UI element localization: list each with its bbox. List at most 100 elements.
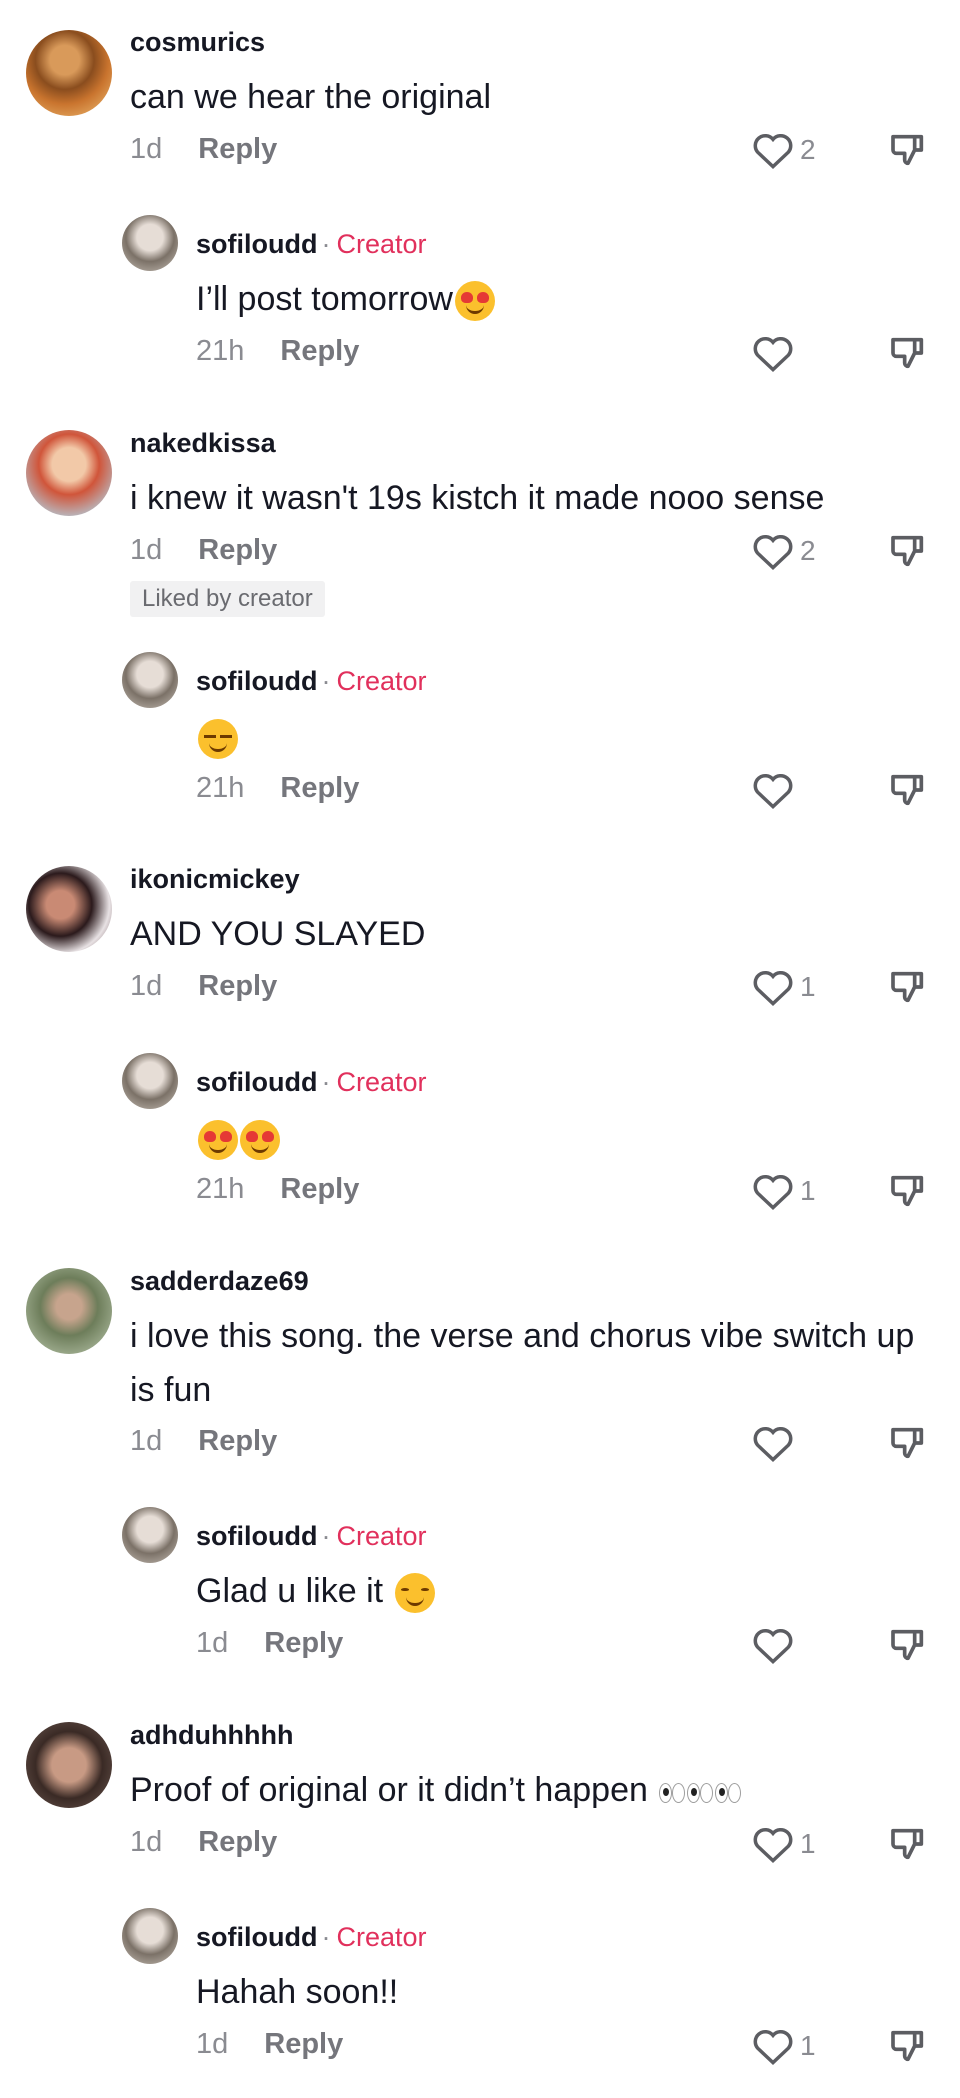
- eyes-emoji: [715, 1781, 742, 1804]
- comment-username[interactable]: ikonicmickey: [130, 864, 300, 894]
- avatar[interactable]: [122, 215, 178, 271]
- comment-time: 1d: [130, 1826, 163, 1858]
- comment-text: AND YOU SLAYED: [130, 915, 426, 953]
- dislike-icon[interactable]: [888, 1423, 928, 1463]
- like-count: 2: [800, 535, 816, 566]
- comment-username[interactable]: cosmurics: [130, 27, 265, 57]
- heart-icon[interactable]: [752, 967, 794, 1007]
- creator-badge: Creator: [336, 1922, 427, 1952]
- reply-time: 21h: [196, 772, 245, 804]
- reply-text: Glad u like it: [196, 1564, 435, 1618]
- reply-meta: 21h Reply: [196, 1172, 359, 1206]
- like-count: 1: [800, 1828, 816, 1859]
- reply-meta: 1d Reply: [196, 1626, 343, 1660]
- comment-time: 1d: [130, 534, 163, 566]
- reply-username[interactable]: sofiloudd · Creator: [196, 1067, 427, 1097]
- comment-text: can we hear the original: [130, 78, 492, 116]
- avatar[interactable]: [26, 1722, 112, 1808]
- heart-icon[interactable]: [752, 1171, 794, 1211]
- reply-button[interactable]: Reply: [198, 1826, 277, 1858]
- reply-text: Hahah soon!!: [196, 1973, 399, 2011]
- reply-button[interactable]: Reply: [280, 335, 359, 367]
- reply-button[interactable]: Reply: [264, 2028, 343, 2060]
- reply-username[interactable]: sofiloudd · Creator: [196, 666, 427, 696]
- heart-icon[interactable]: [752, 531, 794, 571]
- reply-text-content: Glad u like it: [196, 1572, 393, 1610]
- avatar[interactable]: [122, 652, 178, 708]
- reply-username-text: sofiloudd: [196, 666, 318, 696]
- avatar[interactable]: [26, 430, 112, 516]
- reply-button[interactable]: Reply: [198, 1425, 277, 1457]
- heart-eyes-emoji: [454, 281, 495, 322]
- dislike-icon[interactable]: [888, 130, 928, 170]
- comment-meta: 1d Reply: [130, 132, 277, 166]
- separator-dot: ·: [321, 1067, 331, 1097]
- reply-time: 21h: [196, 335, 245, 367]
- reply-time: 1d: [196, 2028, 229, 2060]
- comment-time: 1d: [130, 133, 163, 165]
- reply-button[interactable]: Reply: [198, 970, 277, 1002]
- heart-eyes-emoji: [240, 1120, 280, 1161]
- comment-meta: 1d Reply: [130, 1424, 277, 1458]
- comment-text: Proof of original or it didn’t happen: [130, 1763, 742, 1817]
- separator-dot: ·: [321, 1521, 331, 1551]
- reply-time: 21h: [196, 1173, 245, 1205]
- dislike-icon[interactable]: [888, 1824, 928, 1864]
- comment-time: 1d: [130, 970, 163, 1002]
- heart-icon[interactable]: [752, 333, 794, 373]
- reply-username[interactable]: sofiloudd · Creator: [196, 1521, 427, 1551]
- reply-username-text: sofiloudd: [196, 1922, 318, 1952]
- dislike-icon[interactable]: [888, 2026, 928, 2066]
- reply-meta: 21h Reply: [196, 771, 359, 805]
- like-count: 2: [800, 134, 816, 165]
- comment-meta: 1d Reply: [130, 969, 277, 1003]
- avatar[interactable]: [26, 866, 112, 952]
- heart-icon[interactable]: [752, 2026, 794, 2066]
- dislike-icon[interactable]: [888, 1625, 928, 1665]
- comment-time: 1d: [130, 1425, 163, 1457]
- separator-dot: ·: [321, 1922, 331, 1952]
- heart-icon[interactable]: [752, 130, 794, 170]
- dislike-icon[interactable]: [888, 531, 928, 571]
- heart-icon[interactable]: [752, 770, 794, 810]
- comment-username[interactable]: nakedkissa: [130, 428, 276, 458]
- reply-text-content: I’ll post tomorrow: [196, 280, 453, 318]
- avatar[interactable]: [122, 1507, 178, 1563]
- reply-username-text: sofiloudd: [196, 1521, 318, 1551]
- reply-meta: 21h Reply: [196, 334, 359, 368]
- liked-by-creator-badge: Liked by creator: [130, 581, 325, 617]
- reply-button[interactable]: Reply: [280, 772, 359, 804]
- avatar[interactable]: [122, 1053, 178, 1109]
- creator-badge: Creator: [336, 1067, 427, 1097]
- avatar[interactable]: [26, 30, 112, 116]
- comment-username[interactable]: adhduhhhhh: [130, 1720, 293, 1750]
- reply-button[interactable]: Reply: [198, 133, 277, 165]
- eyes-emoji: [659, 1781, 686, 1804]
- heart-icon[interactable]: [752, 1625, 794, 1665]
- reply-username[interactable]: sofiloudd · Creator: [196, 1922, 427, 1952]
- reply-button[interactable]: Reply: [280, 1173, 359, 1205]
- reply-meta: 1d Reply: [196, 2027, 343, 2061]
- creator-badge: Creator: [336, 229, 427, 259]
- dislike-icon[interactable]: [888, 770, 928, 810]
- reply-username-text: sofiloudd: [196, 1067, 318, 1097]
- eyes-emoji: [687, 1781, 714, 1804]
- dislike-icon[interactable]: [888, 1171, 928, 1211]
- heart-icon[interactable]: [752, 1423, 794, 1463]
- comment-meta: 1d Reply: [130, 533, 277, 567]
- creator-badge: Creator: [336, 1521, 427, 1551]
- heart-eyes-emoji: [198, 1120, 238, 1161]
- reply-text: [196, 1111, 280, 1165]
- like-count: 1: [800, 971, 816, 1002]
- reply-button[interactable]: Reply: [264, 1627, 343, 1659]
- heart-icon[interactable]: [752, 1824, 794, 1864]
- comment-username[interactable]: sadderdaze69: [130, 1266, 309, 1296]
- reply-username[interactable]: sofiloudd · Creator: [196, 229, 427, 259]
- reply-button[interactable]: Reply: [198, 534, 277, 566]
- dislike-icon[interactable]: [888, 967, 928, 1007]
- comment-text-content: Proof of original or it didn’t happen: [130, 1771, 658, 1809]
- avatar[interactable]: [26, 1268, 112, 1354]
- reply-text: [196, 710, 238, 764]
- avatar[interactable]: [122, 1908, 178, 1964]
- dislike-icon[interactable]: [888, 333, 928, 373]
